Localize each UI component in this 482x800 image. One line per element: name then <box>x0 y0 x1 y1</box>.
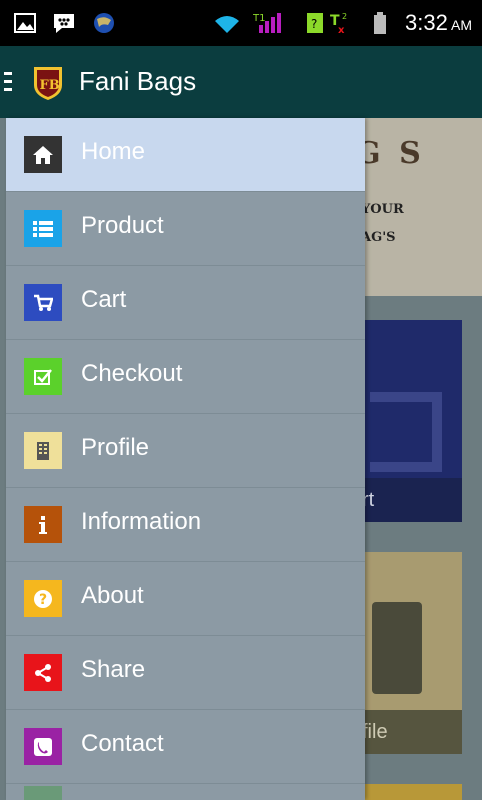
tile-partial[interactable] <box>350 784 462 800</box>
svg-text:FB: FB <box>40 78 60 93</box>
drawer-item-label: About <box>81 582 144 609</box>
svg-text:2: 2 <box>342 12 347 21</box>
question-icon: ? <box>24 580 62 617</box>
checkbox-icon <box>24 358 62 395</box>
drawer-item-about[interactable]: ? About <box>6 562 365 636</box>
app-title: Fani Bags <box>79 66 197 96</box>
drawer-item-information[interactable]: Information <box>6 488 365 562</box>
drawer-item-home[interactable]: Home <box>6 118 365 192</box>
share-icon <box>24 654 62 691</box>
home-icon <box>24 136 62 173</box>
svg-text:?: ? <box>311 17 317 31</box>
wifi-icon <box>212 12 242 34</box>
no-signal-icon: T2x <box>330 12 356 35</box>
app-logo[interactable]: FB <box>31 65 65 101</box>
drawer-item-partial[interactable] <box>6 784 365 800</box>
sim-icon: ? <box>305 12 325 34</box>
drawer-item-checkout[interactable]: Checkout <box>6 340 365 414</box>
globe-icon <box>92 12 116 34</box>
partial-icon <box>24 786 62 800</box>
svg-text:T1: T1 <box>253 13 265 24</box>
cart-tile[interactable]: rt <box>350 320 462 522</box>
app-bar: FB Fani Bags <box>0 46 482 118</box>
profile-tile[interactable]: file <box>350 552 462 754</box>
drawer-item-label: Checkout <box>81 360 183 387</box>
svg-text:x: x <box>338 25 345 35</box>
drawer-item-profile[interactable]: Profile <box>6 414 365 488</box>
drawer-item-label: Home <box>81 138 146 165</box>
hamburger-menu-icon[interactable] <box>4 72 12 92</box>
drawer-item-label: Cart <box>81 286 127 313</box>
status-bar: T1 ? T2x 3:32 AM <box>0 0 482 46</box>
drawer-item-label: Product <box>81 212 164 239</box>
bbm-icon <box>52 12 78 34</box>
list-icon <box>24 210 62 247</box>
drawer-item-label: Profile <box>81 434 150 461</box>
drawer-item-contact[interactable]: Contact <box>6 710 365 784</box>
info-icon <box>24 506 62 543</box>
drawer-item-label: Information <box>81 508 202 535</box>
drawer-item-cart[interactable]: Cart <box>6 266 365 340</box>
cart-icon <box>370 392 442 472</box>
gallery-icon <box>14 12 36 34</box>
phone-icon <box>24 728 62 765</box>
drawer-item-product[interactable]: Product <box>6 192 365 266</box>
battery-icon <box>373 12 387 34</box>
building-icon <box>24 432 62 469</box>
drawer-item-label: Share <box>81 656 146 683</box>
cart-icon <box>24 284 62 321</box>
banner: G S YOUR AG'S <box>355 118 482 296</box>
building-icon <box>372 602 422 694</box>
drawer-item-share[interactable]: Share <box>6 636 365 710</box>
clock: 3:32 AM <box>405 10 472 35</box>
navigation-drawer: Home Product Cart Checkout Profile Infor… <box>6 118 365 800</box>
svg-text:?: ? <box>39 592 47 608</box>
signal-icon: T1 <box>253 12 287 34</box>
drawer-item-label: Contact <box>81 730 164 757</box>
